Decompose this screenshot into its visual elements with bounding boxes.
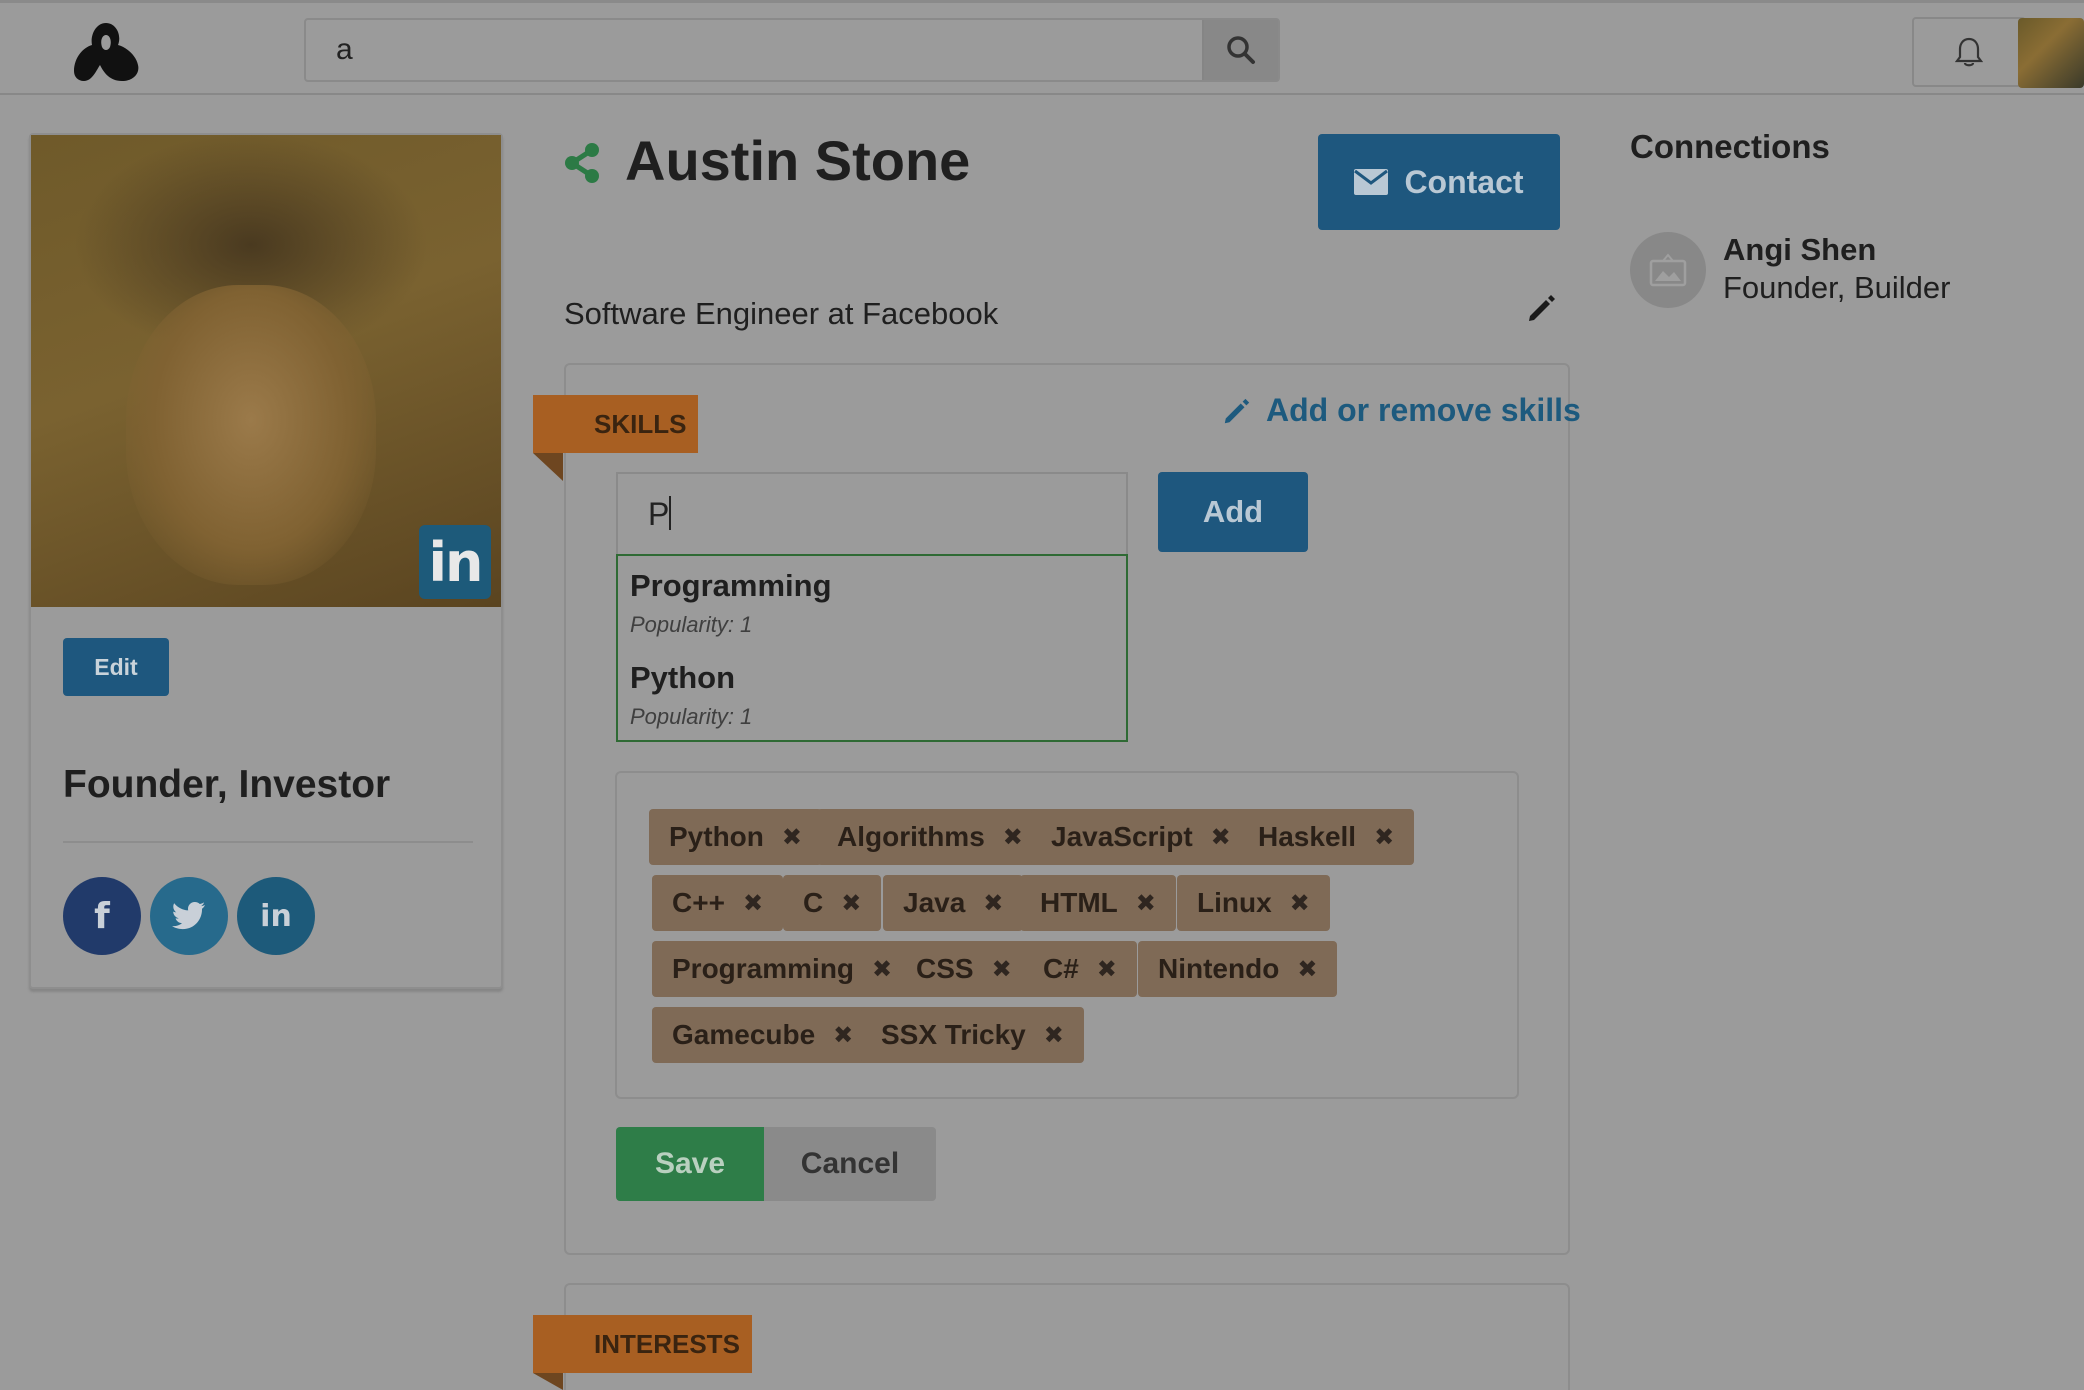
save-button[interactable]: Save	[616, 1127, 764, 1201]
remove-skill-icon[interactable]: ✖	[1374, 823, 1394, 851]
skill-tag-label: C#	[1043, 953, 1079, 984]
interests-section-label: INTERESTS	[533, 1315, 752, 1373]
image-placeholder-icon	[1649, 253, 1687, 287]
skill-tag: HTML ✖	[1020, 875, 1176, 931]
skill-tag-label: Linux	[1197, 887, 1272, 918]
contact-label: Contact	[1404, 163, 1524, 200]
skill-tag: Programming ✖	[652, 941, 913, 997]
facebook-icon[interactable]: f	[63, 877, 141, 955]
share-icon[interactable]	[562, 142, 602, 184]
search-icon	[1227, 36, 1255, 64]
remove-skill-icon[interactable]: ✖	[1136, 889, 1156, 917]
search-bar	[304, 18, 1280, 82]
skill-tag: C ✖	[783, 875, 882, 931]
connection-role: Founder, Builder	[1723, 270, 1951, 305]
search-input[interactable]	[306, 20, 1204, 80]
skill-tag: Haskell ✖	[1238, 809, 1415, 865]
skill-suggestions-dropdown: Programming Popularity: 1 Python Popular…	[616, 554, 1128, 742]
skill-tag: Python ✖	[649, 809, 822, 865]
suggestion-item[interactable]: Python Popularity: 1	[630, 660, 752, 730]
remove-skill-icon[interactable]: ✖	[1297, 955, 1317, 983]
remove-skill-icon[interactable]: ✖	[1211, 823, 1231, 851]
skill-tag: Gamecube ✖	[652, 1007, 874, 1063]
skill-tag: JavaScript ✖	[1031, 809, 1251, 865]
remove-skill-icon[interactable]: ✖	[1044, 1021, 1064, 1049]
suggestion-name: Python	[630, 660, 736, 695]
remove-skill-icon[interactable]: ✖	[743, 889, 763, 917]
suggestion-popularity: Popularity: 1	[630, 612, 753, 637]
remove-skill-icon[interactable]: ✖	[1003, 823, 1023, 851]
skill-tag-label: Algorithms	[837, 821, 985, 852]
pencil-icon	[1224, 398, 1250, 423]
profile-title: Founder, Investor	[63, 763, 391, 806]
search-button[interactable]	[1202, 20, 1278, 80]
suggestion-popularity: Popularity: 1	[630, 704, 753, 729]
connections-title: Connections	[1630, 128, 1830, 165]
remove-skill-icon[interactable]: ✖	[782, 823, 802, 851]
edit-headline-pencil-icon[interactable]	[1526, 292, 1558, 324]
profile-photo-face	[126, 285, 376, 585]
skill-tag-label: Java	[903, 887, 966, 918]
user-avatar[interactable]	[2018, 18, 2084, 88]
skill-tag: Java ✖	[883, 875, 1024, 931]
remove-skill-icon[interactable]: ✖	[992, 955, 1012, 983]
text-caret	[669, 496, 671, 530]
twitter-icon[interactable]	[150, 877, 228, 955]
skill-input[interactable]	[616, 472, 1128, 554]
contact-button[interactable]: Contact	[1318, 134, 1560, 230]
skill-tag-label: SSX Tricky	[881, 1019, 1026, 1050]
skills-section-label: SKILLS	[533, 395, 698, 453]
top-bar	[0, 0, 2084, 95]
cancel-button[interactable]: Cancel	[764, 1127, 936, 1201]
skill-tag-label: Gamecube	[672, 1019, 816, 1050]
skill-tag-label: Programming	[672, 953, 855, 984]
skill-tag-label: Nintendo	[1158, 953, 1280, 984]
remove-skill-icon[interactable]: ✖	[1097, 955, 1117, 983]
skill-tag: SSX Tricky ✖	[861, 1007, 1084, 1063]
edit-profile-button[interactable]: Edit	[63, 638, 169, 696]
skill-tag: CSS ✖	[896, 941, 1032, 997]
linkedin-icon[interactable]: in	[237, 877, 315, 955]
skill-tag: C++ ✖	[652, 875, 784, 931]
skill-tag-label: HTML	[1040, 887, 1118, 918]
remove-skill-icon[interactable]: ✖	[1290, 889, 1310, 917]
bell-icon	[1955, 37, 1983, 67]
skill-tag: Linux ✖	[1177, 875, 1330, 931]
skill-tag-label: JavaScript	[1051, 821, 1193, 852]
skill-tag-label: C	[803, 887, 824, 918]
add-skill-button[interactable]: Add	[1158, 472, 1308, 552]
skill-tag-label: Python	[669, 821, 764, 852]
linkedin-badge-icon: in	[419, 525, 491, 599]
suggestion-item[interactable]: Programming Popularity: 1	[630, 568, 832, 638]
profile-card: in Edit Founder, Investor f in	[29, 133, 503, 989]
remove-skill-icon[interactable]: ✖	[841, 889, 861, 917]
skill-tag-label: CSS	[916, 953, 974, 984]
connection-name[interactable]: Angi Shen	[1723, 232, 1876, 268]
remove-skill-icon[interactable]: ✖	[983, 889, 1003, 917]
envelope-icon	[1354, 169, 1389, 195]
connection-avatar[interactable]	[1630, 232, 1706, 308]
skill-tag: Nintendo ✖	[1138, 941, 1338, 997]
suggestion-name: Programming	[630, 568, 832, 603]
interests-ribbon-fold	[533, 1373, 563, 1390]
skill-tag-label: C++	[672, 887, 725, 918]
app-logo-icon[interactable]	[70, 21, 142, 83]
profile-name: Austin Stone	[625, 129, 971, 192]
divider	[63, 841, 473, 843]
skill-tag: C# ✖	[1023, 941, 1137, 997]
remove-skill-icon[interactable]: ✖	[833, 1021, 853, 1049]
add-remove-skills-link[interactable]: Add or remove skills	[1222, 392, 1581, 429]
skill-tag-label: Haskell	[1258, 821, 1357, 852]
headline: Software Engineer at Facebook	[564, 296, 999, 331]
notifications-button[interactable]	[1912, 17, 2026, 87]
remove-skill-icon[interactable]: ✖	[872, 955, 892, 983]
add-remove-skills-label: Add or remove skills	[1266, 392, 1581, 428]
skills-ribbon-fold	[533, 453, 563, 481]
profile-photo: in	[31, 135, 501, 607]
skill-tag: Algorithms ✖	[817, 809, 1043, 865]
twitter-bird-icon	[172, 902, 205, 930]
